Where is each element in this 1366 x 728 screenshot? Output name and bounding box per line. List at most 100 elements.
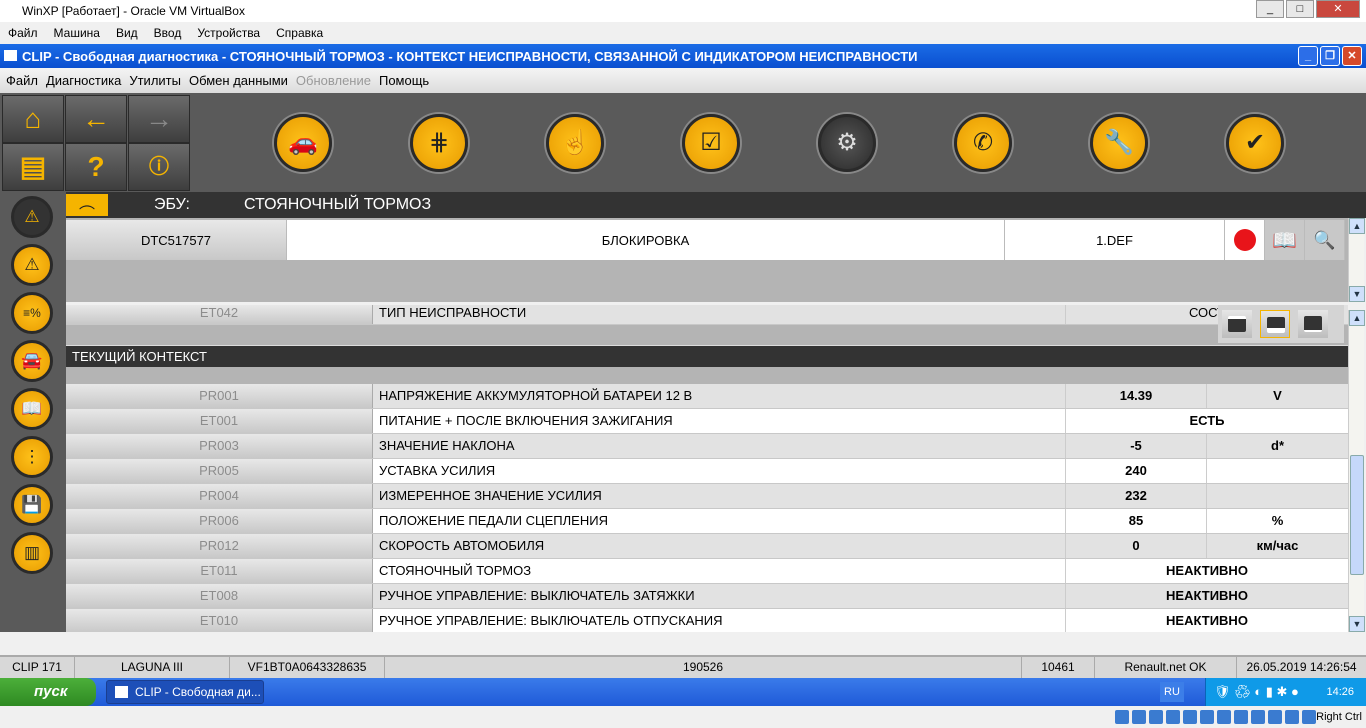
maximize-button[interactable]: □	[1286, 0, 1314, 18]
toolbar: ⌂ ← → ▤ ? ⓘ 🚗 ⋕ ☝ ☑ ⚙ ✆ 🔧 ✔	[0, 93, 1366, 192]
manual-book-icon[interactable]: 📖	[11, 388, 53, 430]
close-button[interactable]: ✕	[1316, 0, 1360, 18]
warning-icon[interactable]: ⚠	[11, 244, 53, 286]
checklist-icon[interactable]: ☑	[682, 114, 740, 172]
table-row[interactable]: PR001 НАПРЯЖЕНИЕ АККУМУЛЯТОРНОЙ БАТАРЕИ 1…	[66, 384, 1348, 409]
warning-active-icon[interactable]: ⚠	[11, 196, 53, 238]
back-arrow-icon[interactable]: ←	[65, 95, 127, 143]
print-icon[interactable]: ▤	[2, 143, 64, 191]
table-row[interactable]: PR012 СКОРОСТЬ АВТОМОБИЛЯ 0 км/час	[66, 534, 1348, 559]
dtc-description: БЛОКИРОВКА	[287, 220, 1005, 260]
status-num: 10461	[1022, 657, 1095, 678]
help-icon[interactable]: ?	[65, 143, 127, 191]
vbox-menu-help[interactable]: Справка	[276, 26, 323, 40]
system-tray: 🛡 ♻ ◐ ▮ ✱ ● 14:26	[1205, 678, 1366, 706]
gearbox-icon[interactable]: ⋕	[410, 114, 468, 172]
vehicle-scan-icon[interactable]: ⚙	[818, 114, 876, 172]
status-bar: CLIP 171 LAGUNA III VF1BT0A0643328635 19…	[0, 655, 1366, 678]
vehicle-info-icon[interactable]: ⓘ	[128, 143, 190, 191]
taskbar-item-clip[interactable]: CLIP - Свободная ди...	[106, 680, 264, 704]
table-row[interactable]: PR006 ПОЛОЖЕНИЕ ПЕДАЛИ СЦЕПЛЕНИЯ 85%	[66, 509, 1348, 534]
scroll-up-icon[interactable]: ▲	[1349, 218, 1365, 234]
vehicle-list-icon[interactable]: 🚘	[11, 340, 53, 382]
scroll-up-icon[interactable]: ▲	[1349, 310, 1365, 326]
scroll-down-icon[interactable]: ▼	[1349, 616, 1365, 632]
parameters-percent-icon[interactable]: ≡%	[11, 292, 53, 334]
vbox-menubar: Файл Машина Вид Ввод Устройства Справка	[0, 22, 1366, 44]
window-icon	[115, 686, 128, 698]
view-top-icon[interactable]	[1222, 310, 1252, 338]
touch-icon[interactable]: ☝	[546, 114, 604, 172]
view-middle-icon[interactable]	[1260, 310, 1290, 338]
row-value: 14.39	[1066, 384, 1207, 408]
row-state: НЕАКТИВНО	[1066, 609, 1348, 632]
row-name: ЗНАЧЕНИЕ НАКЛОНА	[373, 434, 1066, 458]
row-unit: км/час	[1207, 534, 1348, 558]
table-row[interactable]: PR005 УСТАВКА УСИЛИЯ 240	[66, 459, 1348, 484]
dtc-row[interactable]: DTC517577 БЛОКИРОВКА 1.DEF 📖 🔍	[66, 220, 1345, 260]
manual-book-icon[interactable]: 📖	[1265, 220, 1305, 260]
menu-utilities[interactable]: Утилиты	[129, 73, 181, 88]
table-row[interactable]: ET001 ПИТАНИЕ + ПОСЛЕ ВКЛЮЧЕНИЯ ЗАЖИГАНИЯ…	[66, 409, 1348, 434]
row-value: 0	[1066, 534, 1207, 558]
vbox-menu-file[interactable]: Файл	[8, 26, 38, 40]
view-bottom-icon[interactable]	[1298, 310, 1328, 338]
row-value: 240	[1066, 459, 1207, 483]
dtc-scrollbar[interactable]: ▲ ▼	[1348, 218, 1365, 302]
status-code: 190526	[385, 657, 1022, 678]
table-row[interactable]: ET042 ТИП НЕИСПРАВНОСТИ СОСТ	[66, 305, 1348, 325]
status-vin: VF1BT0A0643328635	[230, 657, 385, 678]
menu-update: Обновление	[295, 73, 371, 88]
vbox-menu-devices[interactable]: Устройства	[197, 26, 260, 40]
status-datetime: 26.05.2019 14:26:54	[1246, 660, 1357, 674]
table-row[interactable]: ET008 РУЧНОЕ УПРАВЛЕНИЕ: ВЫКЛЮЧАТЕЛЬ ЗАТЯ…	[66, 584, 1348, 609]
network-icon[interactable]: ⋮	[11, 436, 53, 478]
table-row[interactable]: PR003 ЗНАЧЕНИЕ НАКЛОНА -5 d*	[66, 434, 1348, 459]
menu-data-exchange[interactable]: Обмен данными	[189, 73, 288, 88]
vehicle-diagnostics-icon[interactable]: 🚗	[274, 114, 332, 172]
scroll-thumb[interactable]	[1350, 455, 1364, 575]
vbox-menu-machine[interactable]: Машина	[54, 26, 100, 40]
row-code: ET010	[66, 609, 373, 632]
minimize-button[interactable]: _	[1256, 0, 1284, 18]
status-clip: CLIP 171	[0, 657, 75, 678]
vehicle-check-icon[interactable]: ✔	[1226, 114, 1284, 172]
context-scrollbar[interactable]: ▲ ▼	[1348, 310, 1365, 632]
language-indicator[interactable]: RU	[1160, 682, 1184, 702]
row-value: 85	[1066, 509, 1207, 533]
vbox-menu-view[interactable]: Вид	[116, 26, 138, 40]
phone-support-icon[interactable]: ✆	[954, 114, 1012, 172]
scroll-down-icon[interactable]: ▼	[1349, 286, 1365, 302]
clip-title: CLIP - Свободная диагностика - СТОЯНОЧНЫ…	[22, 48, 918, 64]
wrench-icon[interactable]: 🔧	[1090, 114, 1148, 172]
save-vehicle-icon[interactable]: 💾	[11, 484, 53, 526]
vbox-title: WinXP [Работает] - Oracle VM VirtualBox	[22, 4, 245, 18]
clip-restore-button[interactable]: ❐	[1320, 46, 1340, 66]
clip-close-button[interactable]: ✕	[1342, 46, 1362, 66]
context-panel: ET042 ТИП НЕИСПРАВНОСТИ СОСТ ТЕКУЩИЙ КОН…	[66, 305, 1348, 632]
vbox-device-icons[interactable]	[1115, 710, 1316, 724]
menu-help[interactable]: Помощь	[379, 73, 429, 88]
barcode-icon[interactable]: ▥	[11, 532, 53, 574]
row-code: PR012	[66, 534, 373, 558]
row-name: ПОЛОЖЕНИЕ ПЕДАЛИ СЦЕПЛЕНИЯ	[373, 509, 1066, 533]
table-row[interactable]: ET010 РУЧНОЕ УПРАВЛЕНИЕ: ВЫКЛЮЧАТЕЛЬ ОТПУ…	[66, 609, 1348, 632]
vbox-menu-input[interactable]: Ввод	[154, 26, 182, 40]
host-key: Right Ctrl	[1316, 711, 1362, 723]
menu-diagnostics[interactable]: Диагностика	[46, 73, 121, 88]
row-name: СТОЯНОЧНЫЙ ТОРМОЗ	[373, 559, 1066, 583]
tray-icons[interactable]: 🛡 ♻ ◐ ▮ ✱ ●	[1214, 678, 1299, 706]
table-row[interactable]: ET011 СТОЯНОЧНЫЙ ТОРМОЗ НЕАКТИВНО	[66, 559, 1348, 584]
start-button[interactable]: пуск	[0, 678, 96, 706]
zoom-search-icon[interactable]: 🔍	[1305, 220, 1345, 260]
view-mode-selector	[1218, 305, 1344, 343]
status-vehicle: LAGUNA III	[75, 657, 230, 678]
renault-logo-icon: ︵	[66, 194, 108, 216]
home-icon[interactable]: ⌂	[2, 95, 64, 143]
menu-file[interactable]: Файл	[6, 73, 38, 88]
table-row[interactable]: PR004 ИЗМЕРЕННОЕ ЗНАЧЕНИЕ УСИЛИЯ 232	[66, 484, 1348, 509]
clock: 14:26	[1326, 686, 1354, 698]
row-code: ET001	[66, 409, 373, 433]
window-icon	[4, 50, 17, 61]
clip-minimize-button[interactable]: _	[1298, 46, 1318, 66]
